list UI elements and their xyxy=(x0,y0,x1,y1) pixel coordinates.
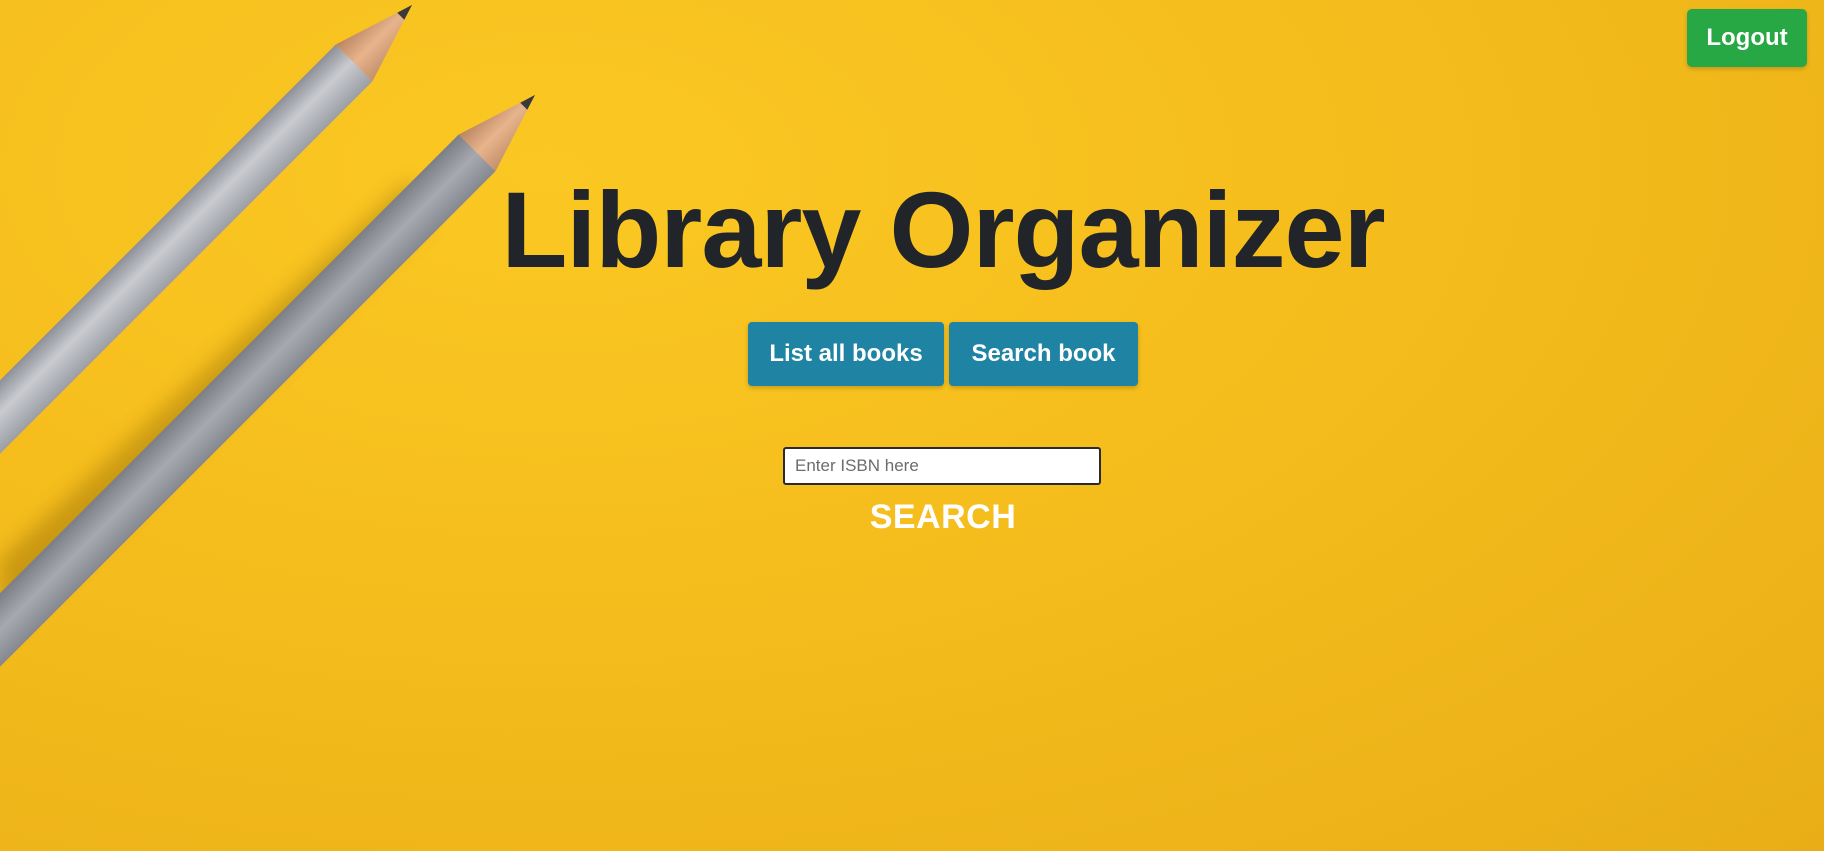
pencils-illustration xyxy=(0,4,536,700)
page-title: Library Organizer xyxy=(501,169,1385,290)
search-submit-button[interactable]: SEARCH xyxy=(843,496,1043,538)
search-book-button[interactable]: Search book xyxy=(949,322,1138,386)
nav-button-group: List all books Search book xyxy=(748,322,1138,386)
logout-button[interactable]: Logout xyxy=(1687,9,1807,67)
list-all-books-button[interactable]: List all books xyxy=(748,322,944,386)
isbn-search-input[interactable] xyxy=(783,447,1101,485)
